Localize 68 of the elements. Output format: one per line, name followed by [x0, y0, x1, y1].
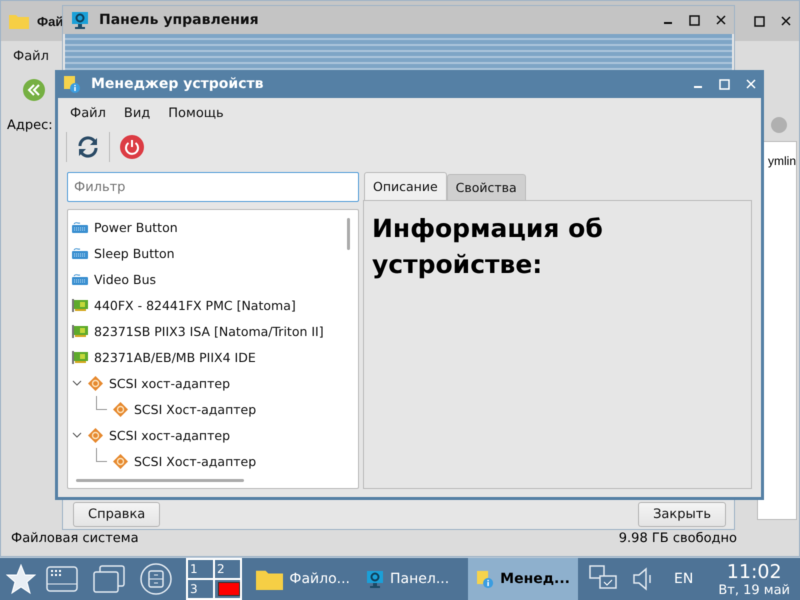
- refresh-icon: [77, 136, 99, 158]
- desktop-switcher[interactable]: 2: [214, 559, 241, 579]
- desktop-switcher[interactable]: 3: [187, 579, 214, 599]
- back-icon[interactable]: [23, 79, 45, 101]
- windows-icon[interactable]: [92, 565, 126, 593]
- note-info-icon: [63, 75, 81, 93]
- status-text: Файловая система: [11, 530, 139, 546]
- help-button[interactable]: Справка: [73, 502, 160, 527]
- diamond-chip-icon: [113, 454, 128, 468]
- tree-item[interactable]: 82371SB PIIX3 ISA [Natoma/Triton II]: [68, 318, 358, 344]
- speaker-icon[interactable]: [632, 567, 654, 591]
- caret-icon[interactable]: [72, 432, 82, 438]
- diamond-chip-icon: [113, 402, 128, 416]
- maximize-icon[interactable]: [754, 16, 765, 26]
- menu-item[interactable]: Вид: [118, 104, 156, 122]
- menu-item[interactable]: Файл: [7, 46, 55, 66]
- taskbar-button[interactable]: Панел...: [358, 558, 468, 600]
- horizontal-scrollbar[interactable]: [76, 479, 244, 482]
- clock-date: Вт, 19 май: [718, 582, 790, 598]
- vertical-scrollbar[interactable]: [347, 218, 350, 250]
- keyboard-icon: [72, 273, 88, 285]
- drawer-icon[interactable]: [140, 563, 172, 595]
- window-title: Менеджер устройств: [91, 76, 264, 92]
- diamond-chip-icon: [88, 428, 103, 442]
- expansion-card-icon: [72, 298, 88, 312]
- keyboard-icon: [72, 247, 88, 259]
- clock-time: 11:02: [726, 560, 782, 582]
- tree-item[interactable]: Sleep Button: [68, 240, 358, 266]
- tree-item[interactable]: SCSI хост-адаптер: [68, 422, 358, 448]
- tree-item[interactable]: SCSI Хост-адаптер: [68, 448, 358, 474]
- window-thumbnail: [218, 582, 240, 596]
- tree-item[interactable]: SCSI Хост-адаптер: [68, 396, 358, 422]
- close-icon[interactable]: [716, 15, 726, 25]
- file-name: ymlin: [768, 154, 796, 168]
- address-label: Адрес:: [7, 118, 53, 132]
- folder-icon: [9, 13, 29, 29]
- taskbar-button[interactable]: Файло...: [248, 558, 358, 600]
- close-button[interactable]: Закрыть: [638, 502, 726, 527]
- power-icon: [120, 135, 144, 159]
- desktop-switcher[interactable]: 1: [187, 559, 214, 579]
- window-title: Панель управления: [99, 12, 259, 28]
- caret-icon[interactable]: [72, 380, 82, 386]
- tree-item[interactable]: 440FX - 82441FX PMC [Natoma]: [68, 292, 358, 318]
- expansion-card-icon: [72, 324, 88, 338]
- language-indicator[interactable]: EN: [674, 571, 694, 587]
- keyboard-icon: [72, 221, 88, 233]
- panel-heading: Информация об устройстве:: [372, 213, 604, 281]
- maximize-icon[interactable]: [689, 14, 700, 26]
- monitor-gear-icon: [71, 11, 89, 29]
- taskbar-button[interactable]: Менед...: [468, 558, 578, 600]
- diamond-chip-icon: [88, 376, 103, 390]
- tree-item[interactable]: SCSI хост-адаптер: [68, 370, 358, 396]
- window-title: Фай: [37, 14, 64, 28]
- menu-item[interactable]: Помощь: [162, 104, 230, 122]
- tree-item[interactable]: Power Button: [68, 214, 358, 240]
- menu-item[interactable]: Файл: [64, 104, 112, 122]
- monitor-gear-icon: [366, 570, 384, 588]
- expansion-card-icon: [72, 350, 88, 364]
- tab[interactable]: Описание: [364, 172, 447, 200]
- close-icon[interactable]: [781, 16, 791, 26]
- filter-field[interactable]: Фильтр: [67, 172, 359, 202]
- tree-item[interactable]: 82371AB/EB/MB PIIX4 IDE: [68, 344, 358, 370]
- tab[interactable]: Свойства: [446, 174, 526, 200]
- free-space-text: 9.98 ГБ свободно: [618, 530, 737, 546]
- tree-item[interactable]: Video Bus: [68, 266, 358, 292]
- desktop-switcher[interactable]: [214, 579, 241, 599]
- star-icon[interactable]: [6, 564, 36, 594]
- app-grid-icon[interactable]: [46, 566, 78, 592]
